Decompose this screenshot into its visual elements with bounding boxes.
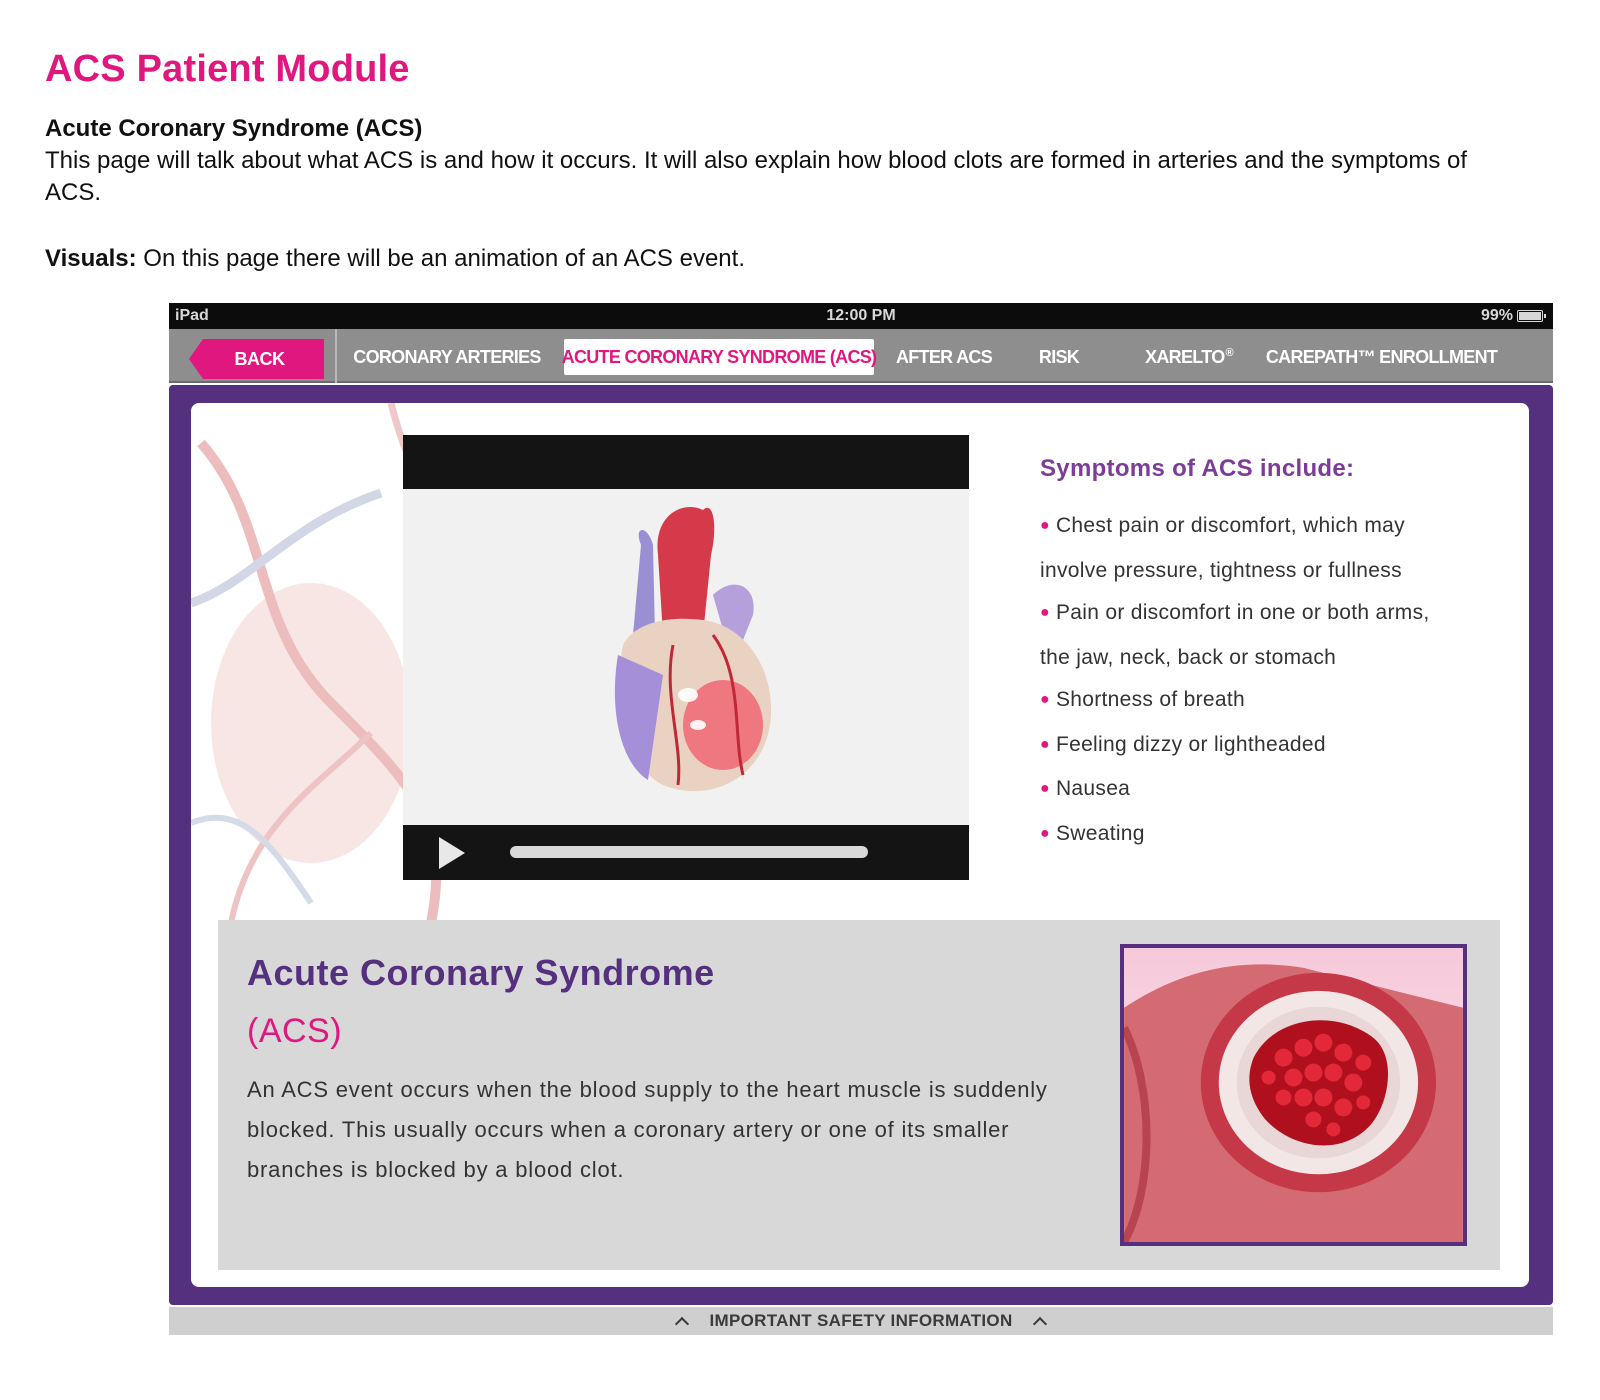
bullet-icon: ● — [1040, 780, 1050, 797]
list-item: the jaw, neck, back or stomach — [1040, 637, 1510, 680]
tab-acute-coronary-syndrome[interactable]: ACUTE CORONARY SYNDROME (ACS) — [562, 339, 877, 375]
back-button[interactable]: BACK — [189, 339, 324, 379]
symptom-text: the jaw, neck, back or stomach — [1040, 645, 1337, 669]
acs-info-box: Acute Coronary Syndrome (ACS) An ACS eve… — [218, 920, 1500, 1270]
page-title: ACS Patient Module — [45, 48, 410, 90]
tab-coronary-arteries[interactable]: CORONARY ARTERIES — [347, 339, 547, 375]
bullet-icon: ● — [1040, 691, 1050, 708]
video-top-bar — [403, 435, 969, 489]
ipad-screen: iPad 12:00 PM 99% BACK CORONARY ARTERIES… — [169, 303, 1553, 1338]
visuals-text: On this page there will be an animation … — [143, 245, 745, 272]
tab-after-acs[interactable]: AFTER ACS — [889, 339, 999, 375]
heart-illustration — [614, 507, 772, 792]
video-player[interactable] — [403, 435, 969, 880]
video-controls — [403, 825, 969, 880]
tab-xarelto-label: XARELTO — [1145, 346, 1225, 367]
intro-section: Acute Coronary Syndrome (ACS) This page … — [45, 113, 1525, 209]
status-bar: iPad 12:00 PM 99% — [169, 303, 1553, 329]
artery-clot-image — [1120, 944, 1467, 1246]
nav-bar: BACK CORONARY ARTERIES ACUTE CORONARY SY… — [169, 329, 1553, 383]
bullet-icon: ● — [1040, 824, 1050, 842]
info-text: An ACS event occurs when the blood suppl… — [247, 1077, 1048, 1182]
symptom-text: Sweating — [1055, 821, 1145, 845]
symptoms-heading: Symptoms of ACS include: — [1040, 455, 1355, 482]
chevron-up-icon — [1032, 1316, 1047, 1331]
bullet-icon: ● — [1040, 517, 1050, 534]
symptoms-list: ● Chest pain or discomfort, which may inv… — [1040, 505, 1510, 857]
registered-mark: ® — [1225, 347, 1234, 359]
symptom-text: Pain or discomfort in one or both arms, — [1055, 601, 1430, 624]
list-item: involve pressure, tightness or fullness — [1040, 550, 1510, 593]
chevron-up-icon — [675, 1316, 690, 1331]
battery-icon — [1517, 310, 1546, 322]
symptom-text: Nausea — [1055, 777, 1131, 800]
intro-description: This page will talk about what ACS is an… — [45, 147, 1468, 206]
video-progress-bar[interactable] — [510, 846, 868, 858]
list-item: ● Shortness of breath — [1040, 679, 1510, 724]
tab-risk[interactable]: RISK — [1019, 339, 1099, 375]
list-item: ● Feeling dizzy or lightheaded — [1040, 724, 1510, 769]
list-item: ● Nausea — [1040, 768, 1510, 813]
status-time: 12:00 PM — [826, 307, 896, 324]
info-title: Acute Coronary Syndrome — [247, 952, 715, 993]
tab-carepath-enrollment[interactable]: CAREPATH™ ENROLLMENT — [1266, 339, 1498, 375]
info-subtitle: (ACS) — [247, 1012, 343, 1050]
list-item: ● Chest pain or discomfort, which may — [1040, 505, 1510, 550]
battery-status: 99% — [1480, 307, 1546, 325]
play-icon[interactable] — [439, 837, 465, 869]
intro-subtitle: Acute Coronary Syndrome (ACS) — [45, 115, 423, 142]
symptoms-section: Symptoms of ACS include: ● Chest pain or … — [1040, 455, 1510, 857]
content-frame: Symptoms of ACS include: ● Chest pain or … — [169, 385, 1553, 1305]
symptom-text: involve pressure, tightness or fullness — [1040, 558, 1402, 582]
safety-info-label: IMPORTANT SAFETY INFORMATION — [709, 1311, 1013, 1330]
visuals-label: Visuals: — [45, 245, 137, 272]
symptom-text: Feeling dizzy or lightheaded — [1055, 732, 1326, 756]
battery-percent: 99% — [1480, 307, 1513, 324]
symptom-text: Chest pain or discomfort, which may — [1055, 514, 1405, 537]
nav-divider — [335, 329, 337, 383]
bullet-icon: ● — [1040, 604, 1050, 621]
list-item: ● Pain or discomfort in one or both arms, — [1040, 592, 1510, 637]
bullet-icon: ● — [1040, 735, 1050, 753]
visuals-note: Visuals: On this page there will be an a… — [45, 243, 745, 275]
content-panel: Symptoms of ACS include: ● Chest pain or … — [191, 403, 1529, 1287]
list-item: ● Sweating — [1040, 813, 1510, 858]
safety-info-bar[interactable]: IMPORTANT SAFETY INFORMATION — [169, 1307, 1553, 1335]
artery-illustration — [1124, 964, 1463, 1242]
tab-xarelto[interactable]: XARELTO ® — [1129, 339, 1249, 375]
symptom-text: Shortness of breath — [1055, 688, 1245, 711]
